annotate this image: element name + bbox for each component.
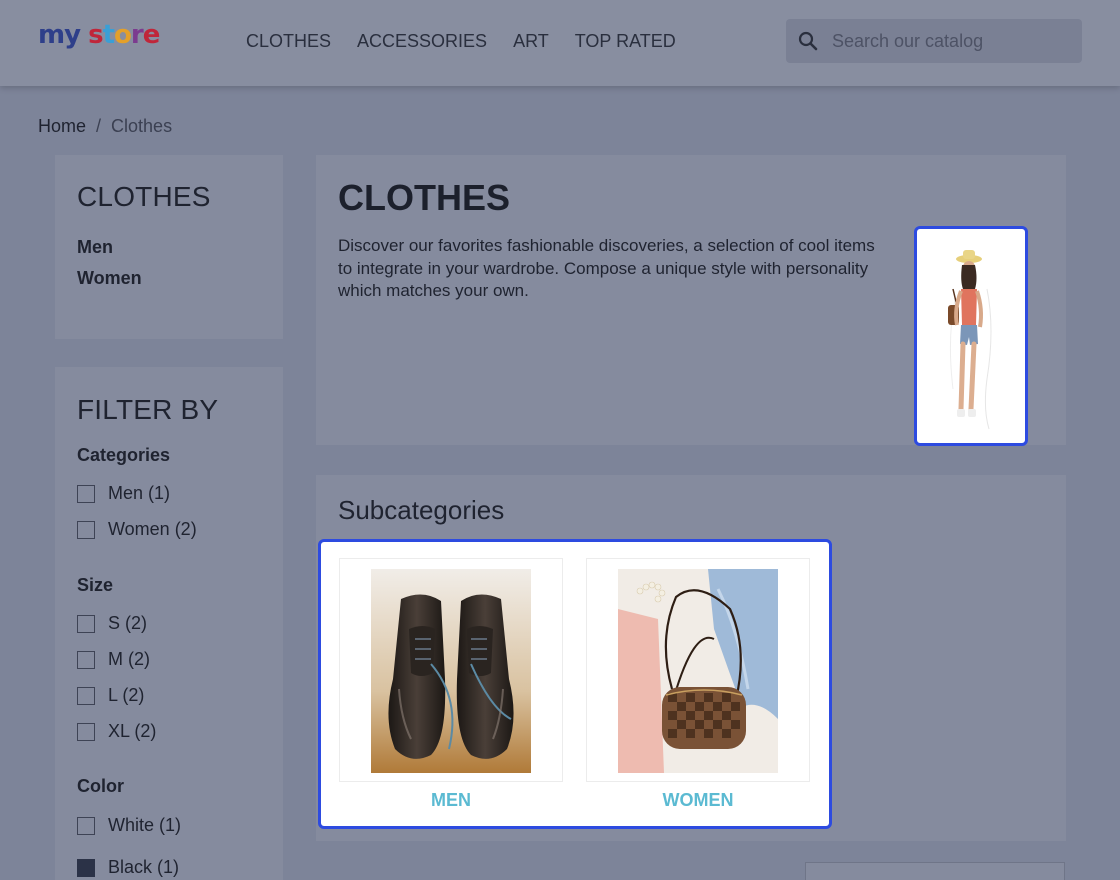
filter-option[interactable]: Men (1) <box>77 483 170 504</box>
subcategories-section: Subcategories MEN WOMEN <box>316 475 1066 841</box>
filter-label: L (2) <box>108 685 145 705</box>
subcategory-link-women[interactable]: WOMEN <box>586 790 810 811</box>
nav-item-art[interactable]: ART <box>513 30 549 52</box>
subcategories-title: Subcategories <box>338 495 505 525</box>
breadcrumb-home-link[interactable]: Home <box>38 115 86 137</box>
filter-checkbox[interactable] <box>77 520 95 539</box>
filter-checkbox[interactable] <box>77 614 95 633</box>
filter-title: FILTER BY <box>77 394 219 425</box>
sidebar-item-women[interactable]: Women <box>77 268 142 289</box>
filter-option[interactable]: L (2) <box>77 685 144 706</box>
women-bag-image <box>618 569 778 773</box>
filter-option[interactable]: Women (2) <box>77 519 197 540</box>
site-header: my store CLOTHES ACCESSORIES ART TOP RAT… <box>0 0 1120 86</box>
filter-option[interactable]: M (2) <box>77 649 150 670</box>
color-swatch-black[interactable] <box>77 858 95 877</box>
filter-label: M (2) <box>108 649 150 669</box>
subcategory-card-men[interactable] <box>339 558 563 782</box>
subcategory-link-men[interactable]: MEN <box>339 790 563 811</box>
filter-label: Men (1) <box>108 483 171 503</box>
category-description: Discover our favorites fashionable disco… <box>338 236 875 300</box>
filter-label: S (2) <box>108 613 148 633</box>
search-icon[interactable] <box>798 31 818 51</box>
filter-group-color: Color <box>77 776 124 796</box>
page-title: CLOTHES <box>338 177 511 218</box>
color-swatch-white[interactable] <box>77 816 95 835</box>
subcategory-card-women[interactable] <box>586 558 810 782</box>
filter-group-categories: Categories <box>77 445 171 465</box>
filter-option[interactable]: White (1) <box>77 815 181 836</box>
filter-label: White (1) <box>108 815 182 835</box>
breadcrumb-separator: / <box>96 116 102 136</box>
men-shoes-image <box>371 569 531 773</box>
filter-checkbox[interactable] <box>77 650 95 669</box>
filter-panel: FILTER BY Categories Men (1) Women (2) S… <box>55 367 283 880</box>
sidebar-category-block: CLOTHES Men Women <box>55 155 283 339</box>
nav-item-accessories[interactable]: ACCESSORIES <box>357 30 487 52</box>
subcategory-list: MEN WOMEN <box>318 539 832 829</box>
sort-by-dropdown[interactable] <box>805 862 1065 880</box>
breadcrumb: Home / Clothes <box>38 115 172 137</box>
filter-option[interactable]: XL (2) <box>77 721 156 742</box>
search-input[interactable] <box>830 29 1074 53</box>
filter-option[interactable]: S (2) <box>77 613 147 634</box>
filter-checkbox[interactable] <box>77 484 95 503</box>
filter-group-size: Size <box>77 575 114 595</box>
sidebar-category-title: CLOTHES <box>77 181 211 212</box>
breadcrumb-current: Clothes <box>111 116 173 136</box>
store-logo[interactable]: my store <box>38 22 160 48</box>
nav-item-clothes[interactable]: CLOTHES <box>246 30 331 52</box>
filter-label: Women (2) <box>108 519 197 539</box>
category-image[interactable] <box>914 226 1028 446</box>
main-nav: CLOTHES ACCESSORIES ART TOP RATED <box>246 30 676 52</box>
fashion-model-image <box>948 250 992 430</box>
nav-item-top-rated[interactable]: TOP RATED <box>575 30 676 52</box>
sidebar-item-men[interactable]: Men <box>77 237 113 258</box>
filter-option[interactable]: Black (1) <box>77 857 179 878</box>
filter-checkbox[interactable] <box>77 722 95 741</box>
filter-label: Black (1) <box>108 857 180 877</box>
search-box <box>786 19 1082 63</box>
category-header: CLOTHES Discover our favorites fashionab… <box>316 155 1066 446</box>
filter-checkbox[interactable] <box>77 686 95 705</box>
filter-label: XL (2) <box>108 721 157 741</box>
